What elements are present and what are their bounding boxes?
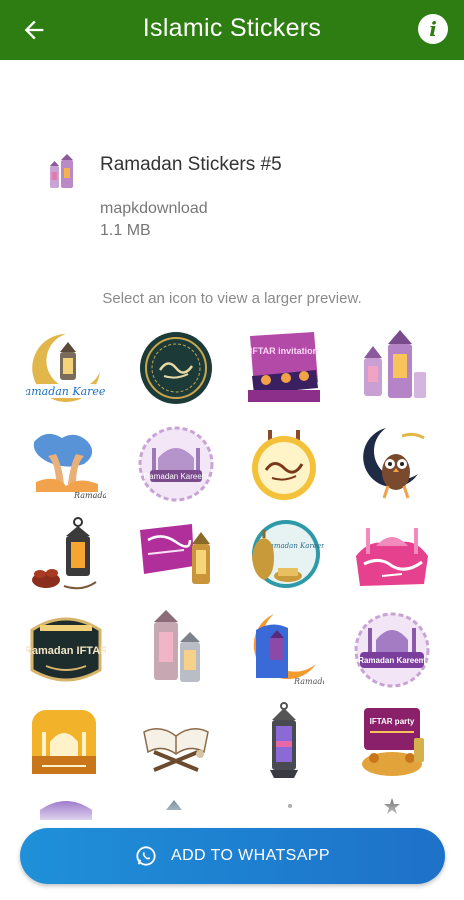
sticker-label: Ramadan Kareem xyxy=(358,656,426,665)
sticker-tile[interactable]: IFTAR party xyxy=(352,702,432,782)
sticker-tile[interactable] xyxy=(244,424,324,504)
crescent-scene-icon: Ramadan xyxy=(253,614,324,686)
lantern-dates-icon xyxy=(32,517,97,590)
two-lanterns-icon xyxy=(154,610,200,682)
sticker-label: Ramadan Kareem xyxy=(144,472,209,481)
round-calligraphy-icon xyxy=(140,332,212,404)
owl-crescent-icon xyxy=(363,428,425,499)
sticker-tile[interactable] xyxy=(352,516,432,596)
list-fade xyxy=(0,790,464,830)
pack-size: 1.1 MB xyxy=(100,222,151,239)
page-title: Islamic Stickers xyxy=(142,14,322,42)
sticker-tile[interactable] xyxy=(352,424,432,504)
sticker-label: IFTAR party xyxy=(370,717,415,726)
sticker-tile[interactable] xyxy=(352,328,432,408)
pack-header: Ramadan Stickers #5 mapkdownload 1.1 MB xyxy=(0,60,464,240)
sticker-tile[interactable] xyxy=(26,516,106,596)
add-to-whatsapp-label: ADD TO WHATSAPP xyxy=(171,847,330,864)
sign-lantern-icon xyxy=(140,524,210,584)
sticker-tile[interactable]: Ramadan xyxy=(244,610,324,690)
mosque-badge-icon: Ramadan Kareem xyxy=(138,426,214,502)
teapot-badge-icon: Ramadan Kareem xyxy=(252,520,324,588)
sticker-tile[interactable]: Ramadan Kareem xyxy=(26,328,106,408)
sticker-tile[interactable]: IFTAR invitation xyxy=(244,328,324,408)
sticker-tile[interactable]: Ramadan Kareem xyxy=(352,610,432,690)
sticker-label: IFTAR invitation xyxy=(250,346,318,356)
sticker-tile[interactable] xyxy=(136,610,216,690)
sticker-tile[interactable]: Ramadan xyxy=(26,424,106,504)
pack-name: Ramadan Stickers #5 xyxy=(100,154,282,175)
iftar-invitation-icon: IFTAR invitation xyxy=(248,332,320,402)
sticker-label: Ramadan Kareem xyxy=(26,385,106,398)
ramadan-iftar-badge-icon: Ramadan IFTAR xyxy=(26,617,106,682)
sticker-tile[interactable]: Ramadan Kareem xyxy=(136,424,216,504)
crescent-lantern-icon: Ramadan Kareem xyxy=(26,334,106,402)
sticker-tile[interactable] xyxy=(136,702,216,782)
app-bar: Islamic Stickers i xyxy=(0,0,464,60)
arabic-badge-icon xyxy=(252,430,316,500)
sticker-tile[interactable] xyxy=(244,702,324,782)
sticker-label: Ramadan xyxy=(73,491,106,500)
single-lantern-icon xyxy=(270,702,298,778)
sticker-grid: Ramadan Kareem IFTAR invitation xyxy=(0,320,464,820)
dua-hands-icon: Ramadan xyxy=(33,433,106,500)
lanterns-icon xyxy=(364,330,426,398)
add-to-whatsapp-button[interactable]: ADD TO WHATSAPP xyxy=(20,828,445,884)
pink-mosque-icon xyxy=(356,528,428,586)
info-icon[interactable]: i xyxy=(418,14,448,44)
pack-publisher: mapkdownload xyxy=(100,200,208,217)
sticker-label: Ramadan IFTAR xyxy=(26,645,106,657)
iftar-party-icon: IFTAR party xyxy=(362,708,424,776)
purple-mosque-icon: Ramadan Kareem xyxy=(354,612,430,688)
sticker-tile[interactable]: Ramadan IFTAR xyxy=(26,610,106,690)
sticker-tile[interactable]: Ramadan Kareem xyxy=(244,516,324,596)
tray-icon xyxy=(50,154,73,188)
sticker-tile[interactable] xyxy=(136,328,216,408)
quran-stand-icon xyxy=(143,728,209,772)
sticker-tile[interactable] xyxy=(136,516,216,596)
whatsapp-icon xyxy=(136,846,156,866)
sticker-tile[interactable] xyxy=(26,702,106,782)
preview-hint: Select an icon to view a larger preview. xyxy=(102,290,362,307)
sunset-mosque-icon xyxy=(32,710,96,774)
sticker-label: Ramadan xyxy=(293,677,324,686)
